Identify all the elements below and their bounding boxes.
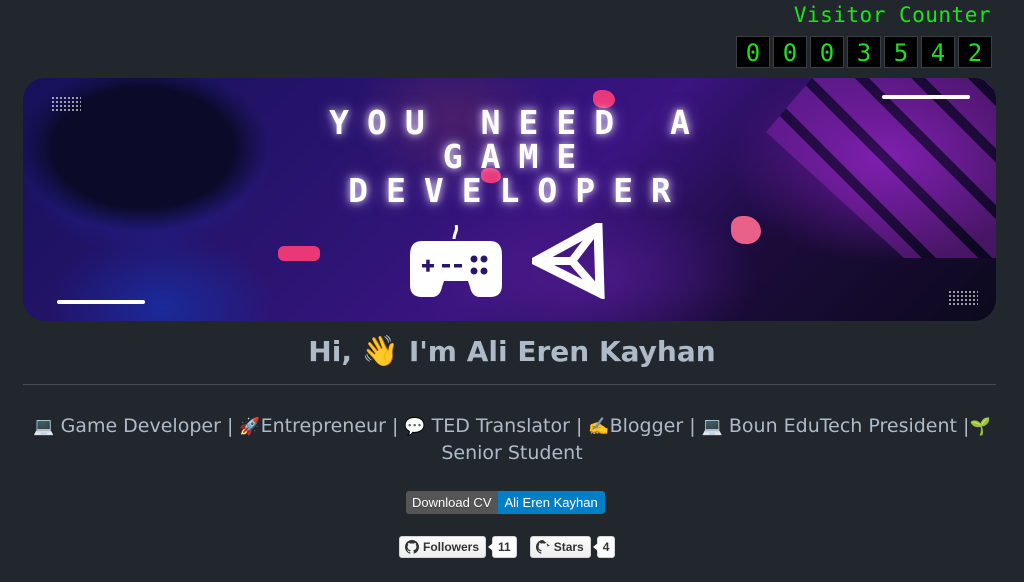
visitor-counter-digits: 0 0 0 3 5 4 2 <box>736 36 994 68</box>
laptop-icon: 💻 <box>33 417 55 437</box>
speech-bubble-icon: 💬 <box>404 417 426 437</box>
github-followers-button[interactable]: Followers <box>399 536 487 558</box>
greeting-prefix: Hi, <box>308 335 352 368</box>
decorative-bar <box>882 95 970 99</box>
counter-digit: 0 <box>810 36 844 68</box>
download-cv-value[interactable]: Ali Eren Kayhan <box>497 491 605 514</box>
download-cv-badge[interactable]: Download CV Ali Eren Kayhan <box>406 491 605 514</box>
github-icon <box>535 540 550 554</box>
github-stars-badge[interactable]: Stars 4 <box>529 536 616 558</box>
github-badges: Followers 11 Stars 4 <box>399 536 616 558</box>
greeting-name: I'm Ali Eren Kayhan <box>408 335 716 368</box>
banner-title-line: YOU NEED A <box>329 103 708 142</box>
banner-title-line: DEVELOPER <box>348 171 689 210</box>
banner-title-line: GAME <box>442 137 595 176</box>
counter-digit: 0 <box>736 36 770 68</box>
dot-grid-decoration <box>948 290 978 306</box>
unity-logo-icon <box>526 219 608 303</box>
gamepad-icon <box>408 224 504 301</box>
counter-digit: 0 <box>773 36 807 68</box>
github-icon <box>405 540 419 554</box>
writing-hand-icon: ✍️ <box>588 417 610 437</box>
banner-title: YOU NEED A GAME DEVELOPER <box>23 106 996 208</box>
candy-decoration <box>278 246 320 261</box>
separator: | <box>575 415 583 437</box>
counter-digit: 3 <box>847 36 881 68</box>
banner-icons <box>408 219 608 303</box>
bio-item: Boun EduTech President <box>728 415 957 437</box>
bio-item: Senior Student <box>441 442 583 464</box>
github-followers-badge[interactable]: Followers 11 <box>399 536 517 558</box>
bio-item: Entrepreneur <box>260 415 386 437</box>
counter-digit: 5 <box>884 36 918 68</box>
separator: | <box>391 415 399 437</box>
candy-decoration <box>731 216 761 244</box>
header-banner-image: YOU NEED A GAME DEVELOPER <box>23 78 996 321</box>
download-cv-label[interactable]: Download CV <box>406 491 498 514</box>
followers-count[interactable]: 11 <box>488 536 517 558</box>
bio-item: Blogger <box>609 415 684 437</box>
waving-hand-icon: 👋 <box>361 334 400 369</box>
heading-divider <box>23 384 996 385</box>
visitor-counter-title: Visitor Counter <box>793 3 991 27</box>
followers-label: Followers <box>423 540 480 554</box>
stars-label: Stars <box>553 540 584 554</box>
bio-item: Game Developer <box>60 415 221 437</box>
seedling-icon: 🌱 <box>969 417 991 437</box>
decorative-bar <box>57 300 145 304</box>
stars-count[interactable]: 4 <box>592 536 616 558</box>
github-stars-button[interactable]: Stars <box>529 536 591 558</box>
separator: | <box>689 415 696 437</box>
bio-item: TED Translator <box>431 415 570 437</box>
counter-digit: 4 <box>921 36 955 68</box>
separator: | <box>226 415 234 437</box>
bio-line: 💻 Game Developer | 🚀Entrepreneur | 💬 TED… <box>20 413 1004 466</box>
page-heading: Hi, 👋 I'm Ali Eren Kayhan <box>0 334 1024 369</box>
counter-digit: 2 <box>958 36 992 68</box>
rocket-icon: 🚀 <box>239 417 261 437</box>
laptop-icon: 💻 <box>701 417 723 437</box>
